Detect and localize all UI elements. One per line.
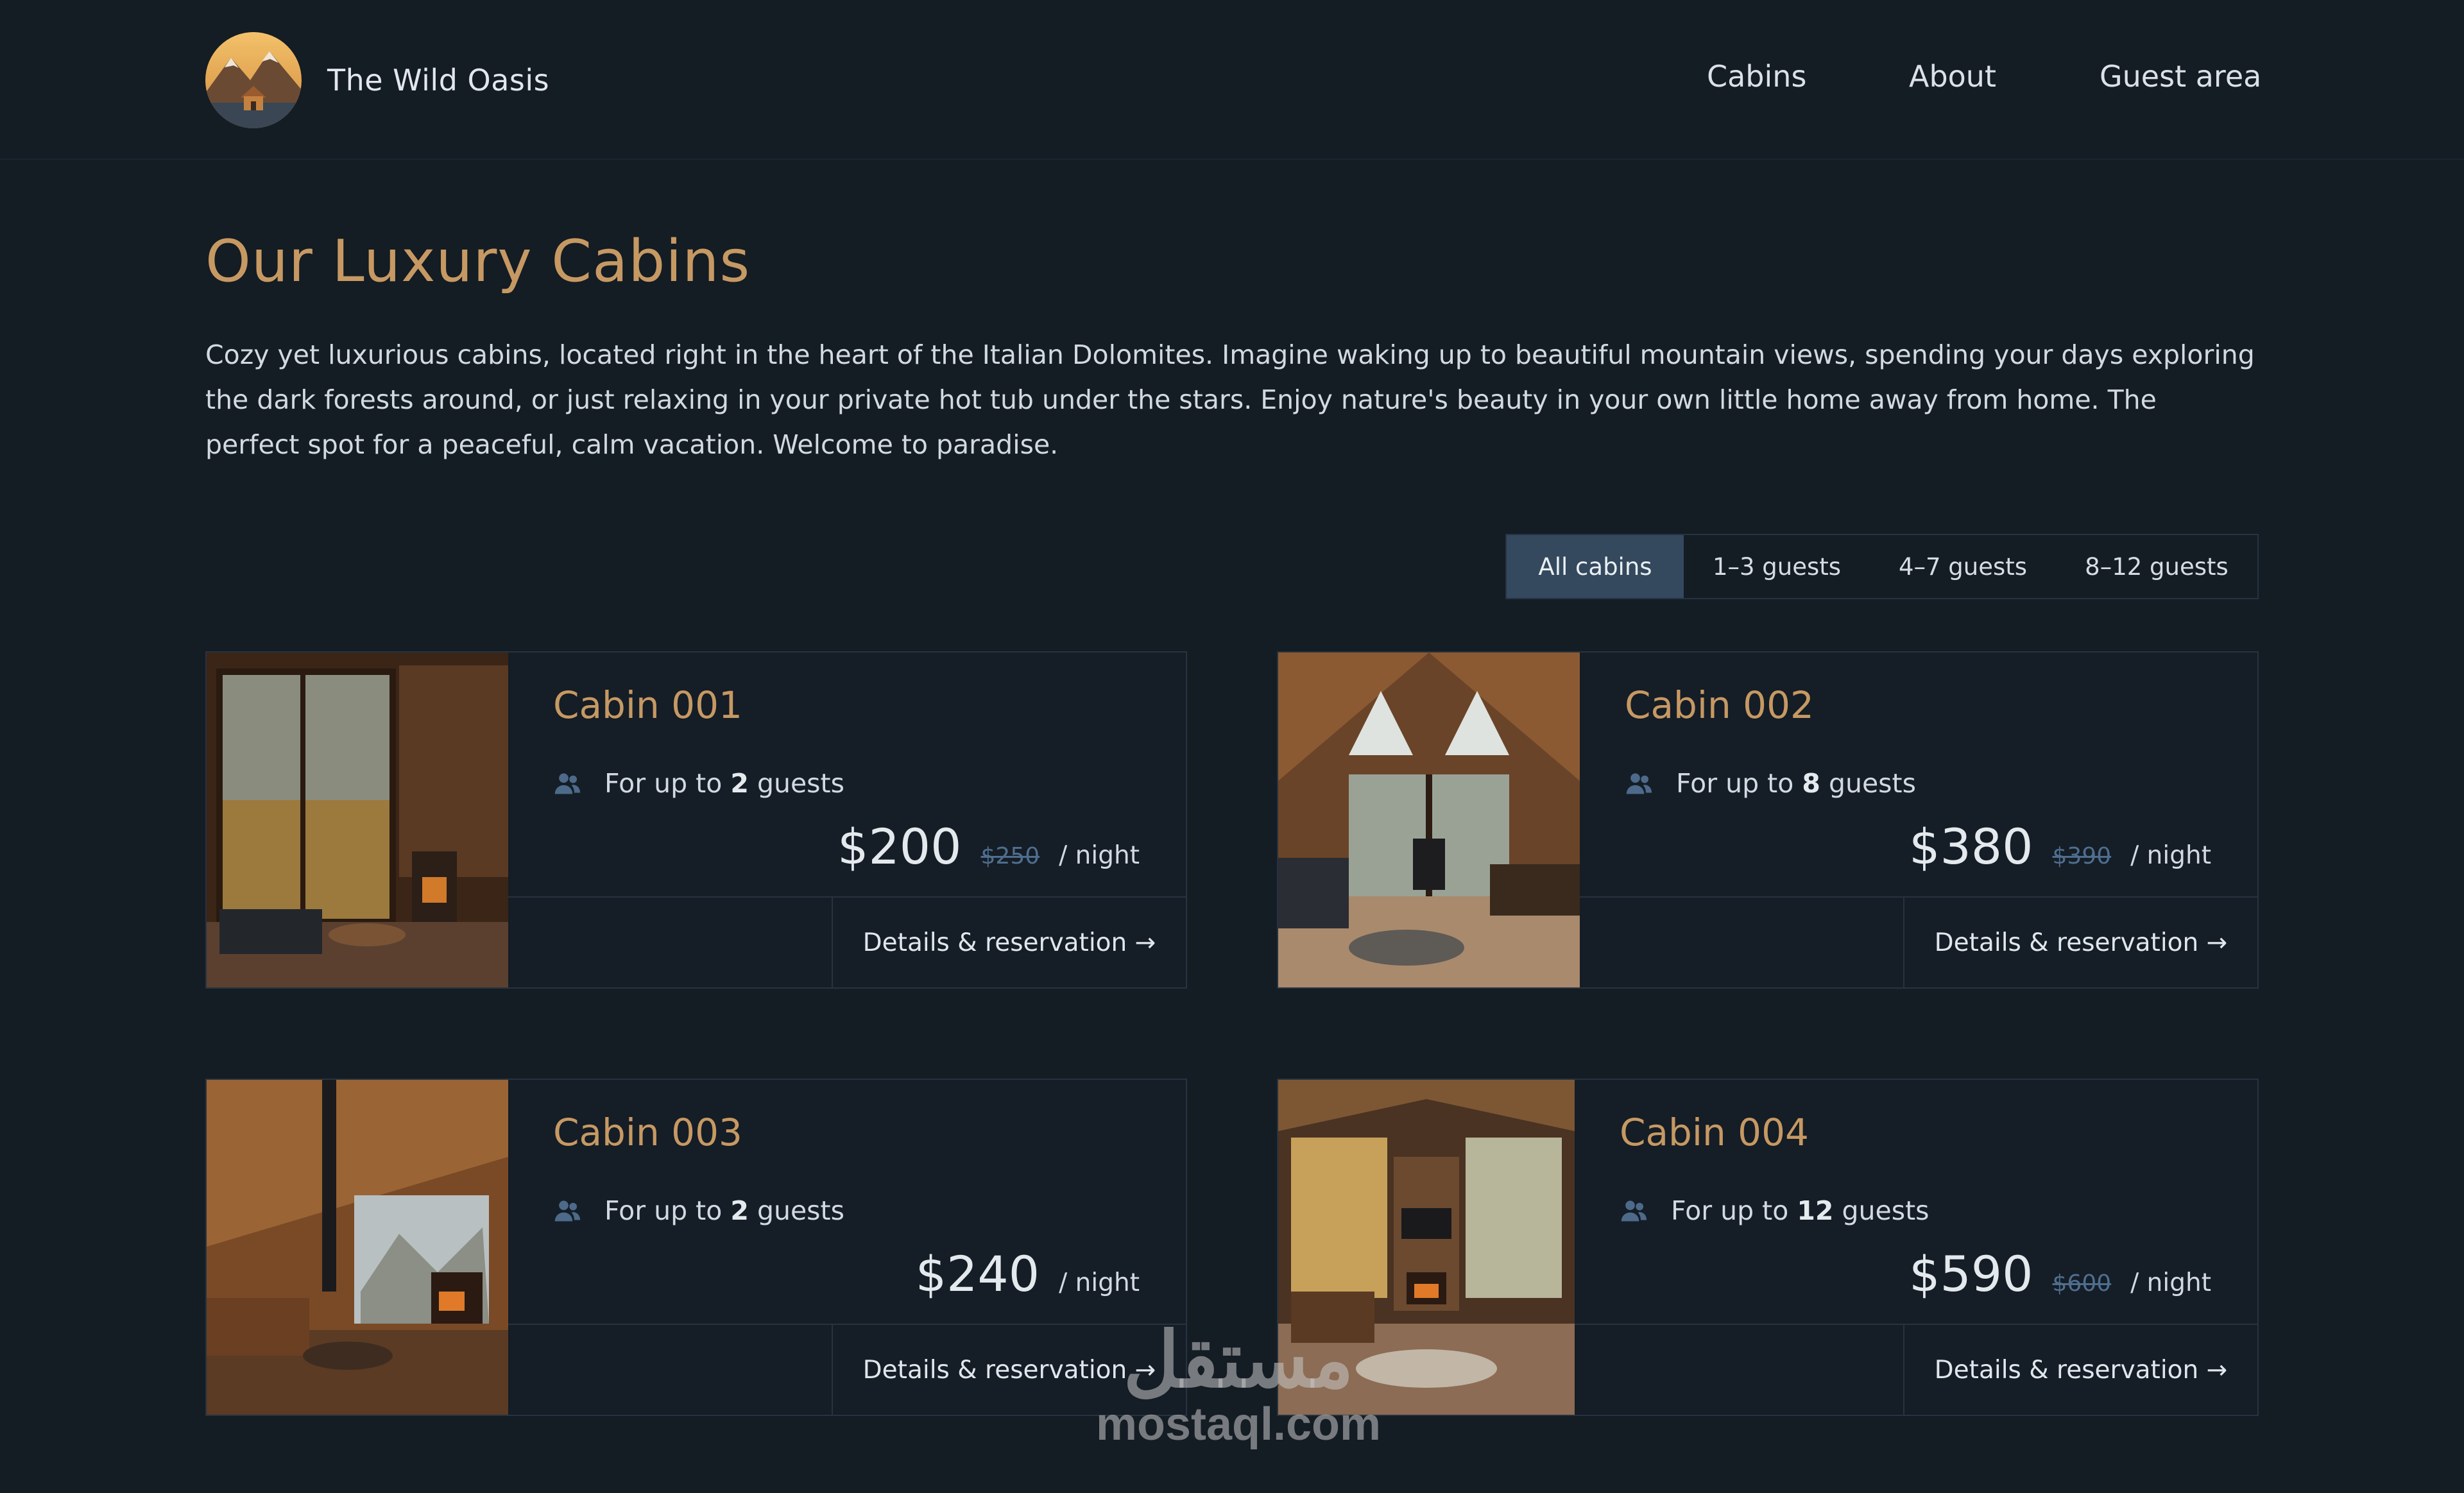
guests-suffix: guests (757, 768, 844, 799)
card-footer: Details & reservation → (1575, 1324, 2257, 1415)
nav-about[interactable]: About (1909, 59, 1996, 94)
users-icon (553, 1197, 581, 1225)
per-night-label: / night (1059, 1268, 1140, 1297)
per-night-label: / night (2130, 1268, 2211, 1297)
guests-suffix: guests (1828, 768, 1916, 799)
details-reservation-link[interactable]: Details & reservation → (832, 898, 1186, 987)
cabin-card-body: Cabin 002 For up to 8 guests $380 $390 /… (1580, 653, 2257, 987)
regular-price: $250 (980, 843, 1040, 869)
cabin-card: Cabin 003 For up to 2 guests $240 / nigh… (205, 1079, 1187, 1416)
guest-capacity: For up to 12 guests (1620, 1195, 1929, 1226)
brand-name: The Wild Oasis (327, 63, 550, 98)
guests-count: 8 (1802, 768, 1820, 799)
nav-cabins[interactable]: Cabins (1707, 59, 1806, 94)
guests-prefix: For up to (604, 1195, 723, 1226)
cabin-image (207, 653, 508, 987)
cabin-card-body: Cabin 004 For up to 12 guests $590 $600 … (1575, 1080, 2257, 1415)
cabin-card: Cabin 004 For up to 12 guests $590 $600 … (1277, 1079, 2259, 1416)
filter-1-3-guests[interactable]: 1–3 guests (1684, 535, 1870, 598)
cabin-name: Cabin 001 (553, 683, 742, 727)
discounted-price: $200 (837, 818, 962, 875)
guest-capacity: For up to 2 guests (553, 1195, 844, 1226)
discounted-price: $590 (1909, 1245, 2033, 1302)
price: $240 / night (916, 1245, 1140, 1302)
watermark-latin: mostaql.com (1095, 1399, 1382, 1450)
guests-prefix: For up to (1671, 1195, 1789, 1226)
filter-4-7-guests[interactable]: 4–7 guests (1870, 535, 2056, 598)
discounted-price: $240 (915, 1245, 1040, 1302)
filter-all-cabins[interactable]: All cabins (1507, 535, 1684, 598)
guests-suffix: guests (757, 1195, 844, 1226)
filter-8-12-guests[interactable]: 8–12 guests (2056, 535, 2257, 598)
site-header: The Wild Oasis Cabins About Guest area (0, 0, 2464, 160)
nav-guest-area[interactable]: Guest area (2100, 59, 2261, 94)
card-footer: Details & reservation → (508, 896, 1186, 987)
logo-link[interactable]: The Wild Oasis (205, 32, 549, 128)
cabin-name: Cabin 004 (1620, 1111, 1809, 1154)
cabin-image (207, 1080, 508, 1415)
guests-count: 12 (1797, 1195, 1834, 1226)
price: $380 $390 / night (1909, 818, 2211, 875)
users-icon (553, 769, 581, 798)
guests-suffix: guests (1842, 1195, 1929, 1226)
users-icon (1625, 769, 1653, 798)
guest-capacity: For up to 2 guests (553, 768, 844, 799)
logo-icon (205, 32, 302, 128)
details-reservation-link[interactable]: Details & reservation → (1903, 1325, 2257, 1415)
guests-count: 2 (730, 1195, 749, 1226)
cabin-card-body: Cabin 001 For up to 2 guests $200 $250 /… (508, 653, 1186, 987)
page-title: Our Luxury Cabins (205, 228, 751, 295)
regular-price: $600 (2052, 1270, 2112, 1297)
guests-count: 2 (730, 768, 749, 799)
discounted-price: $380 (1909, 818, 2033, 875)
per-night-label: / night (1059, 841, 1140, 870)
users-icon (1620, 1197, 1648, 1225)
details-reservation-link[interactable]: Details & reservation → (1903, 898, 2257, 987)
cabin-card: Cabin 002 For up to 8 guests $380 $390 /… (1277, 651, 2259, 989)
guests-prefix: For up to (1676, 768, 1794, 799)
watermark: مستقل mostaql.com (1078, 1322, 1399, 1450)
price: $590 $600 / night (1909, 1245, 2211, 1302)
capacity-filter: All cabins 1–3 guests 4–7 guests 8–12 gu… (1505, 534, 2259, 599)
cabin-card: Cabin 001 For up to 2 guests $200 $250 /… (205, 651, 1187, 989)
price: $200 $250 / night (837, 818, 1140, 875)
regular-price: $390 (2052, 843, 2112, 869)
watermark-arabic: مستقل (1123, 1317, 1354, 1403)
card-footer: Details & reservation → (1580, 896, 2257, 987)
guest-capacity: For up to 8 guests (1625, 768, 1916, 799)
cabin-name: Cabin 003 (553, 1111, 742, 1154)
cabin-name: Cabin 002 (1625, 683, 1814, 727)
guests-prefix: For up to (604, 768, 723, 799)
per-night-label: / night (2130, 841, 2211, 870)
page-intro: Cozy yet luxurious cabins, located right… (205, 339, 2255, 460)
cabin-image (1278, 653, 1580, 987)
